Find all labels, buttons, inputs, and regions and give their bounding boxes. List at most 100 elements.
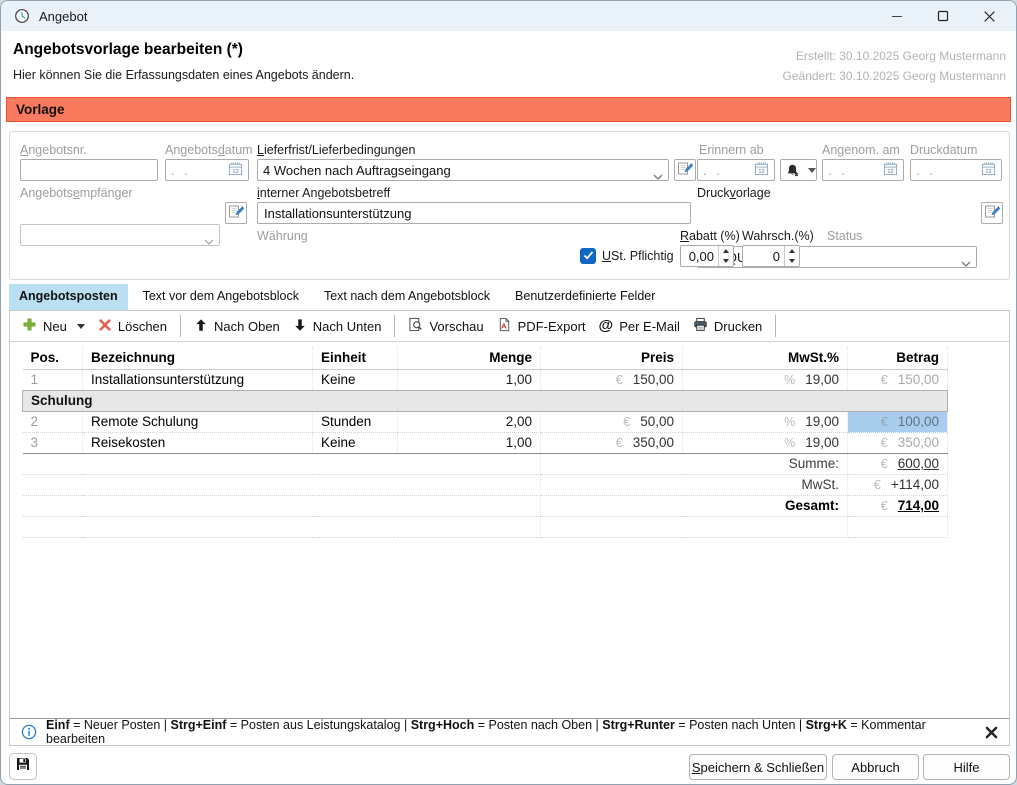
col-header-pos[interactable]: Pos.: [23, 347, 83, 369]
wahrsch-stepper[interactable]: 0: [742, 245, 800, 267]
form-panel: Angebotsnr. Angebotsdatum . . 12 Lieferf…: [9, 131, 1010, 280]
lieferfrist-combobox[interactable]: 4 Wochen nach Auftragseingang: [257, 159, 669, 181]
ust-pflichtig-label: USt. Pflichtig: [602, 249, 674, 263]
cell-pos[interactable]: 1: [23, 369, 83, 390]
ust-pflichtig-checkbox[interactable]: [580, 248, 596, 264]
totals-row: MwSt.€+114,00: [23, 474, 948, 495]
calendar-icon[interactable]: 12: [228, 161, 243, 179]
plus-icon: [22, 317, 37, 335]
move-down-button[interactable]: Nach Unten: [293, 318, 382, 335]
spin-up-icon[interactable]: [785, 246, 799, 256]
angebotsnr-input[interactable]: [20, 159, 158, 181]
col-header-betrag[interactable]: Betrag: [848, 347, 948, 369]
edit-pencil-icon: [677, 160, 693, 181]
cell-menge[interactable]: 1,00: [398, 432, 541, 453]
help-button[interactable]: Hilfe: [923, 754, 1010, 780]
col-header-einheit[interactable]: Einheit: [313, 347, 398, 369]
new-item-button[interactable]: Neu: [22, 317, 85, 335]
table-row[interactable]: 2Remote SchulungStunden2,00€50,00%19,00€…: [23, 411, 948, 432]
empty-cell: [541, 516, 848, 537]
reminder-bell-button[interactable]: [780, 159, 817, 181]
tab-benutzerdefinierte-felder[interactable]: Benutzerdefinierte Felder: [505, 284, 665, 310]
created-text: Erstellt: 30.10.2025 Georg Mustermann: [783, 46, 1006, 66]
cell-einheit[interactable]: Keine: [313, 369, 398, 390]
delete-item-button[interactable]: Löschen: [98, 318, 167, 335]
empty-cell: [23, 516, 541, 537]
wahrsch-label: Wahrsch.(%): [742, 229, 814, 243]
angenommen-am-input[interactable]: . . 12: [822, 159, 904, 181]
cell-menge[interactable]: 2,00: [398, 411, 541, 432]
col-header-mwst[interactable]: MwSt.%: [683, 347, 848, 369]
totals-label-cell: Gesamt:: [541, 495, 848, 516]
calendar-icon[interactable]: 12: [883, 161, 898, 179]
tab-strip: AngebotspostenText vor dem Angebotsblock…: [9, 284, 665, 310]
group-row[interactable]: Schulung: [23, 390, 948, 411]
erinnern-ab-input[interactable]: . . 12: [697, 159, 775, 181]
cell-betrag[interactable]: €100,00: [848, 411, 948, 432]
cell-preis[interactable]: €150,00: [541, 369, 683, 390]
new-item-dropdown-icon[interactable]: [77, 324, 85, 329]
angebotsdatum-input[interactable]: . . 12: [165, 159, 249, 181]
col-header-bezeichnung[interactable]: Bezeichnung: [83, 347, 313, 369]
druckdatum-input[interactable]: . . 12: [910, 159, 1002, 181]
cell-einheit[interactable]: Stunden: [313, 411, 398, 432]
cell-mwst[interactable]: %19,00: [683, 432, 848, 453]
cell-pos[interactable]: 3: [23, 432, 83, 453]
floppy-disk-icon: [15, 756, 31, 777]
cell-preis[interactable]: €350,00: [541, 432, 683, 453]
maximize-button[interactable]: [920, 1, 966, 31]
save-close-button[interactable]: Speichern & Schließen: [689, 754, 827, 780]
betreff-input[interactable]: [257, 202, 691, 224]
table-row[interactable]: 1InstallationsunterstützungKeine1,00€150…: [23, 369, 948, 390]
cell-bezeichnung[interactable]: Remote Schulung: [83, 411, 313, 432]
edit-druckvorlage-button[interactable]: [981, 202, 1003, 224]
cell-betrag[interactable]: €150,00: [848, 369, 948, 390]
group-title-cell: Schulung: [23, 390, 948, 411]
shortcut-hint-bar: Einf = Neuer Posten | Strg+Einf = Posten…: [10, 718, 1009, 745]
cell-mwst[interactable]: %19,00: [683, 369, 848, 390]
totals-row: Summe:€600,00: [23, 453, 948, 474]
close-button[interactable]: [966, 1, 1012, 31]
email-button[interactable]: @ Per E-Mail: [599, 319, 680, 334]
cell-preis[interactable]: €50,00: [541, 411, 683, 432]
tab-text-vor-dem-angebotsblock[interactable]: Text vor dem Angebotsblock: [133, 284, 309, 310]
edit-angebotsempfaenger-button[interactable]: [225, 202, 247, 224]
arrow-down-icon: [293, 318, 307, 335]
calendar-icon[interactable]: 12: [754, 161, 769, 179]
print-button[interactable]: Drucken: [693, 317, 762, 335]
minimize-button[interactable]: [874, 1, 920, 31]
cancel-button[interactable]: Abbruch: [832, 754, 919, 780]
totals-value-cell: €600,00: [848, 453, 948, 474]
cell-betrag[interactable]: €350,00: [848, 432, 948, 453]
page-title: Angebotsvorlage bearbeiten (*): [13, 41, 243, 59]
chevron-down-icon: [653, 168, 663, 183]
col-header-menge[interactable]: Menge: [398, 347, 541, 369]
hint-close-icon[interactable]: [985, 726, 998, 739]
cell-pos[interactable]: 2: [23, 411, 83, 432]
cell-bezeichnung[interactable]: Installationsunterstützung: [83, 369, 313, 390]
rabatt-stepper[interactable]: 0,00: [680, 245, 734, 267]
angebotsempfaenger-combobox[interactable]: [20, 224, 220, 246]
save-button[interactable]: [9, 753, 37, 780]
table-row[interactable]: 3ReisekostenKeine1,00€350,00%19,00€350,0…: [23, 432, 948, 453]
spin-down-icon[interactable]: [785, 256, 799, 266]
tab-angebotsposten[interactable]: Angebotsposten: [9, 284, 128, 310]
bell-dropdown-icon[interactable]: [804, 160, 820, 180]
spin-down-icon[interactable]: [719, 256, 733, 266]
cell-einheit[interactable]: Keine: [313, 432, 398, 453]
cell-bezeichnung[interactable]: Reisekosten: [83, 432, 313, 453]
move-up-button[interactable]: Nach Oben: [194, 318, 280, 335]
spin-up-icon[interactable]: [719, 246, 733, 256]
calendar-icon[interactable]: 12: [981, 161, 996, 179]
preview-button[interactable]: Vorschau: [408, 317, 483, 335]
toolbar-separator: [775, 315, 776, 337]
edit-lieferfrist-button[interactable]: [674, 159, 696, 181]
items-table-body: 1InstallationsunterstützungKeine1,00€150…: [23, 369, 948, 537]
druckvorlage-combobox[interactable]: XT_QUOTE: [697, 246, 977, 268]
cell-mwst[interactable]: %19,00: [683, 411, 848, 432]
cell-menge[interactable]: 1,00: [398, 369, 541, 390]
tab-text-nach-dem-angebotsblock[interactable]: Text nach dem Angebotsblock: [314, 284, 500, 310]
svg-text:A: A: [501, 322, 507, 331]
pdf-export-button[interactable]: A PDF-Export: [497, 317, 586, 335]
col-header-preis[interactable]: Preis: [541, 347, 683, 369]
